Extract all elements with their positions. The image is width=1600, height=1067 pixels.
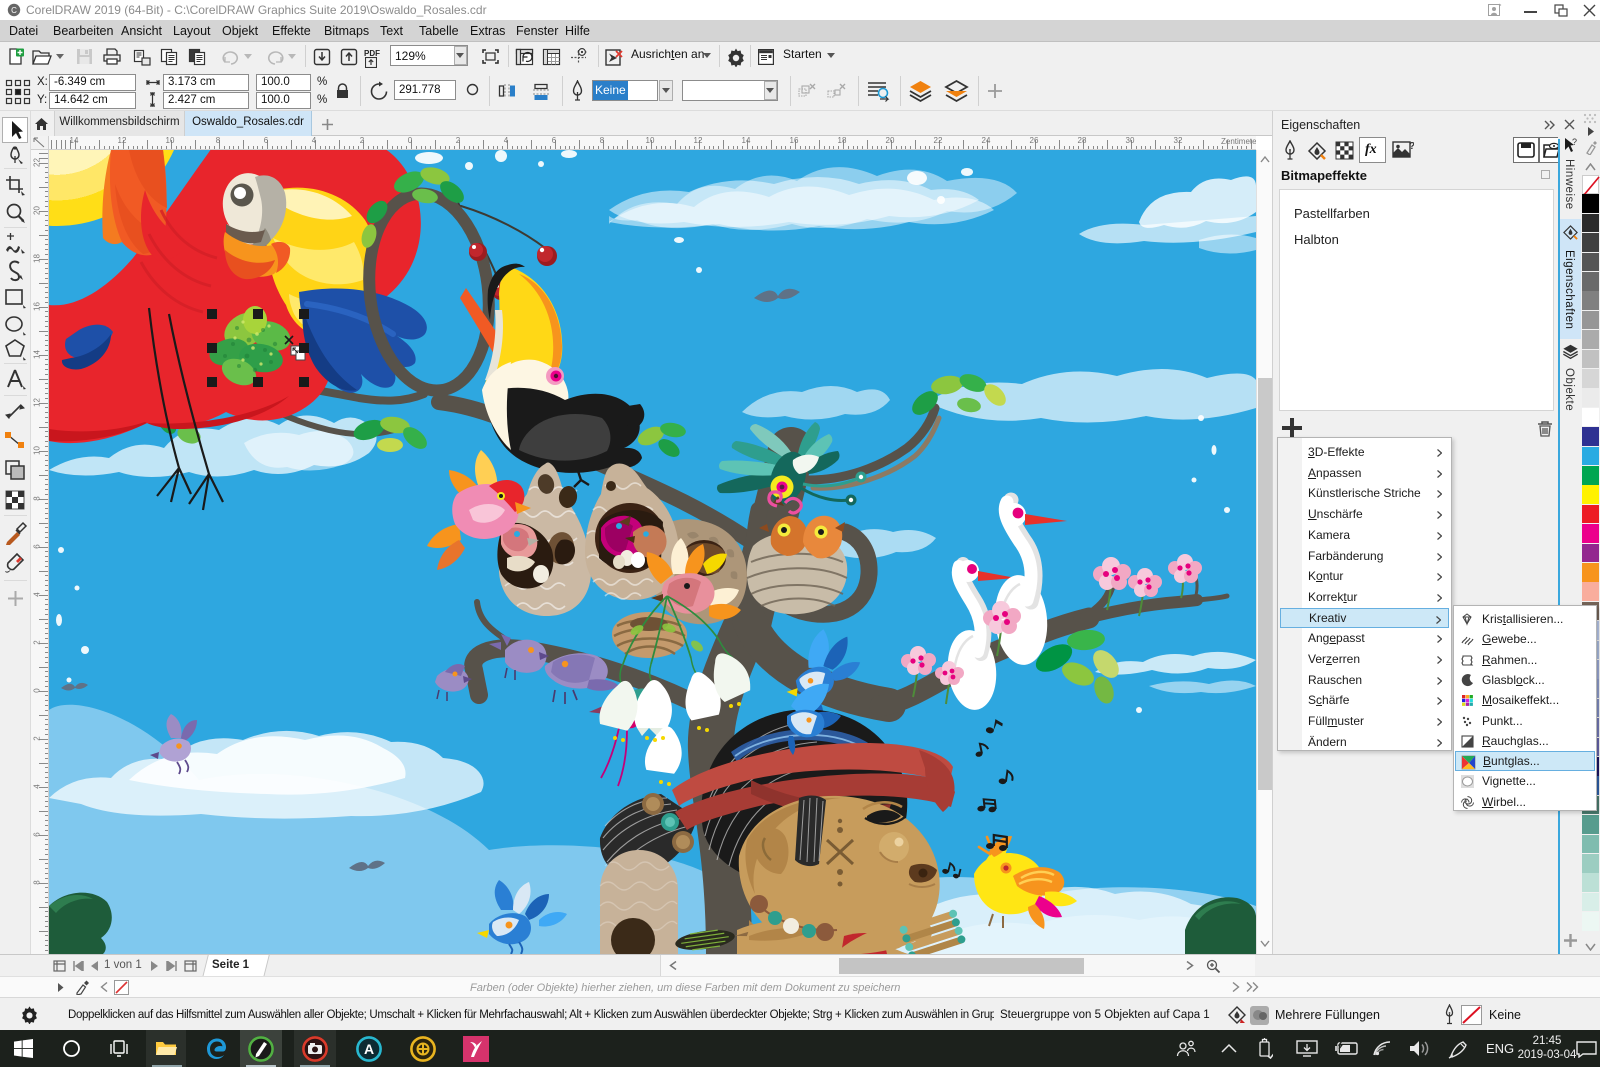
svg-text:C: C [11,6,17,15]
svg-text:A: A [364,1041,374,1057]
svg-text:?: ? [1409,141,1414,152]
svg-text:?: ? [1572,137,1577,147]
